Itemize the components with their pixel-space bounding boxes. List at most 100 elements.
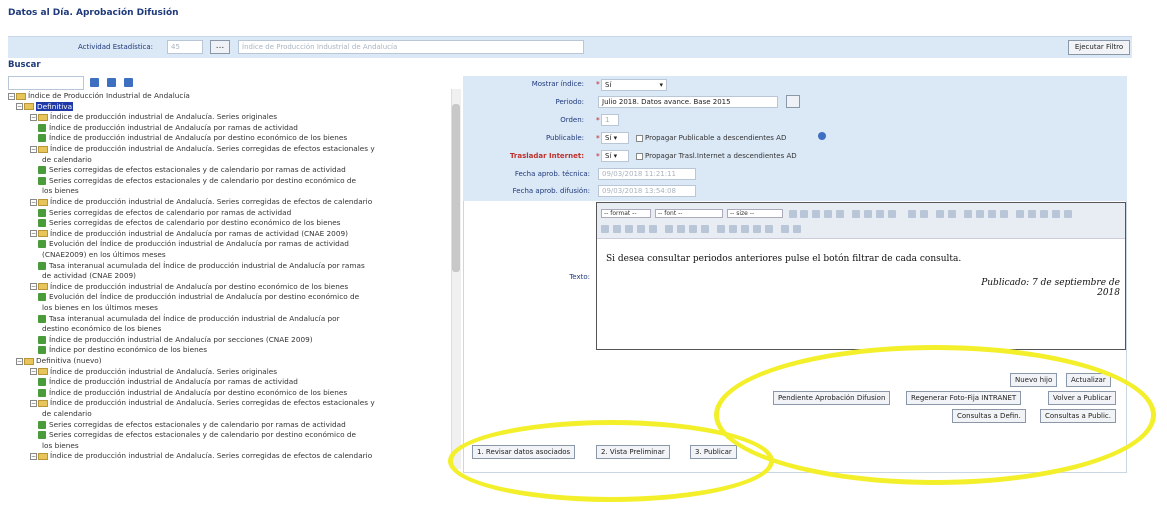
format-tool-icon[interactable] bbox=[908, 210, 916, 218]
format-tool-icon[interactable] bbox=[625, 225, 633, 233]
search-input[interactable] bbox=[8, 76, 84, 90]
orden-input[interactable]: 1 bbox=[601, 114, 619, 126]
collapse-toggle-icon[interactable]: − bbox=[16, 103, 23, 111]
format-tool-icon[interactable] bbox=[649, 225, 657, 233]
tree-leaf-node[interactable]: Índice de producción industrial de Andal… bbox=[38, 388, 347, 397]
format-tool-icon[interactable] bbox=[888, 210, 896, 218]
format-tool-icon[interactable] bbox=[753, 225, 761, 233]
format-tool-icon[interactable] bbox=[789, 210, 797, 218]
tree-leaf-node[interactable]: Tasa interanual acumulada del Índice de … bbox=[38, 261, 365, 270]
format-tool-icon[interactable] bbox=[812, 210, 820, 218]
format-tool-icon[interactable] bbox=[601, 225, 609, 233]
publicable-select[interactable]: Sí ▾ bbox=[601, 132, 629, 144]
tree-folder-node[interactable]: − Índice de producción industrial de Anda… bbox=[30, 451, 372, 460]
tree-folder-node[interactable]: − Índice de producción industrial de Anda… bbox=[30, 112, 277, 121]
tree-leaf-node[interactable]: Series corregidas de efectos de calendar… bbox=[38, 208, 291, 217]
tree-leaf-node[interactable]: Índice por destino económico de los bien… bbox=[38, 345, 207, 355]
format-tool-icon[interactable] bbox=[665, 225, 673, 233]
font-select[interactable]: -- font -- bbox=[655, 209, 723, 218]
format-tool-icon[interactable] bbox=[701, 225, 709, 233]
format-tool-icon[interactable] bbox=[800, 210, 808, 218]
propagar-trasl-checkbox[interactable]: Propagar Trasl.Internet a descendientes … bbox=[636, 152, 797, 160]
collapse-toggle-icon[interactable]: − bbox=[30, 230, 37, 238]
trasladar-select[interactable]: Sí ▾ bbox=[601, 150, 629, 162]
format-tool-icon[interactable] bbox=[936, 210, 944, 218]
format-tool-icon[interactable] bbox=[781, 225, 789, 233]
collapse-toggle-icon[interactable]: − bbox=[30, 145, 37, 153]
format-tool-icon[interactable] bbox=[1052, 210, 1060, 218]
tree-folder-node[interactable]: − Definitiva (nuevo) bbox=[16, 356, 102, 365]
tree-leaf-node[interactable]: Series corregidas de efectos estacionale… bbox=[38, 165, 346, 175]
collapse-toggle-icon[interactable]: − bbox=[30, 198, 37, 206]
tree-folder-node[interactable]: − Índice de producción industrial de Anda… bbox=[30, 398, 375, 407]
propagar-publicable-checkbox[interactable]: Propagar Publicable a descendientes AD bbox=[636, 134, 786, 142]
format-tool-icon[interactable] bbox=[1028, 210, 1036, 218]
format-tool-icon[interactable] bbox=[717, 225, 725, 233]
collapse-toggle-icon[interactable]: − bbox=[30, 368, 37, 376]
tree-leaf-node[interactable]: Series corregidas de efectos estacionale… bbox=[38, 430, 356, 440]
tree-node-label: Índice de producción industrial de Andal… bbox=[50, 366, 278, 376]
tree-leaf-node[interactable]: Series corregidas de efectos estacionale… bbox=[38, 420, 346, 429]
calendar-icon[interactable] bbox=[786, 95, 800, 108]
tree-leaf-node[interactable]: Índice de producción industrial de Andal… bbox=[38, 123, 298, 132]
format-tool-icon[interactable] bbox=[613, 225, 621, 233]
format-tool-icon[interactable] bbox=[964, 210, 972, 218]
tree-folder-node[interactable]: − Definitiva bbox=[16, 101, 74, 111]
format-tool-icon[interactable] bbox=[1000, 210, 1008, 218]
search-icon[interactable] bbox=[90, 78, 99, 87]
editor-text-line: Si desea consultar periodos anteriores p… bbox=[606, 254, 962, 264]
collapse-toggle-icon[interactable]: − bbox=[30, 113, 37, 121]
format-tool-icon[interactable] bbox=[988, 210, 996, 218]
collapse-toggle-icon[interactable]: − bbox=[16, 357, 23, 365]
format-tool-icon[interactable] bbox=[876, 210, 884, 218]
tree-leaf-node[interactable]: Índice de producción industrial de Andal… bbox=[38, 377, 298, 387]
tree-folder-node[interactable]: − Índice de producción industrial de Anda… bbox=[30, 367, 277, 376]
tree-folder-node[interactable]: − Índice de Producción Industrial de Anda… bbox=[8, 91, 190, 100]
format-tool-icon[interactable] bbox=[976, 210, 984, 218]
collapse-toggle-icon[interactable]: − bbox=[30, 452, 37, 460]
tree-leaf-node[interactable]: Series corregidas de efectos de calendar… bbox=[38, 218, 340, 228]
format-tool-icon[interactable] bbox=[852, 210, 860, 218]
tree-leaf-node[interactable]: Índice de producción industrial de Andal… bbox=[38, 335, 313, 344]
tree-leaf-node[interactable]: Evolución del Índice de producción indus… bbox=[38, 239, 349, 249]
format-tool-icon[interactable] bbox=[824, 210, 832, 218]
collapse-toggle-icon[interactable]: − bbox=[30, 283, 37, 291]
format-tool-icon[interactable] bbox=[836, 210, 844, 218]
format-tool-icon[interactable] bbox=[689, 225, 697, 233]
format-tool-icon[interactable] bbox=[1016, 210, 1024, 218]
activity-name-input[interactable]: Índice de Producción Industrial de Andal… bbox=[238, 40, 584, 54]
format-tool-icon[interactable] bbox=[637, 225, 645, 233]
tree-leaf-node[interactable]: Evolución del Índice de producción indus… bbox=[38, 292, 359, 302]
format-tool-icon[interactable] bbox=[677, 225, 685, 233]
size-select[interactable]: -- size -- bbox=[727, 209, 783, 218]
tree-leaf-node[interactable]: Series corregidas de efectos estacionale… bbox=[38, 176, 356, 185]
format-tool-icon[interactable] bbox=[765, 225, 773, 233]
info-icon[interactable] bbox=[818, 132, 826, 140]
tree-leaf-node[interactable]: Tasa interanual acumulada del Índice de … bbox=[38, 314, 340, 323]
format-tool-icon[interactable] bbox=[948, 210, 956, 218]
tree-folder-node[interactable]: − Índice de producción industrial de Anda… bbox=[30, 229, 348, 238]
format-tool-icon[interactable] bbox=[793, 225, 801, 233]
periodo-input[interactable]: Julio 2018. Datos avance. Base 2015 bbox=[598, 96, 778, 108]
format-select[interactable]: -- format -- bbox=[601, 209, 651, 218]
collapse-toggle-icon[interactable]: − bbox=[30, 399, 37, 407]
format-tool-icon[interactable] bbox=[864, 210, 872, 218]
activity-browse-button[interactable]: ... bbox=[210, 40, 230, 54]
format-tool-icon[interactable] bbox=[729, 225, 737, 233]
expand-all-icon[interactable] bbox=[107, 78, 116, 87]
fecha-tecnica-label: Fecha aprob. técnica: bbox=[514, 170, 590, 178]
format-tool-icon[interactable] bbox=[741, 225, 749, 233]
tree-folder-node[interactable]: − Índice de producción industrial de Anda… bbox=[30, 144, 375, 153]
collapse-all-icon[interactable] bbox=[124, 78, 133, 87]
execute-filter-button[interactable]: Ejecutar Filtro bbox=[1068, 40, 1130, 55]
tree-folder-node[interactable]: − Índice de producción industrial de Anda… bbox=[30, 197, 372, 206]
format-tool-icon[interactable] bbox=[1040, 210, 1048, 218]
activity-code-input[interactable]: 45 bbox=[167, 40, 203, 54]
mostrar-select[interactable]: Sí ▾ bbox=[601, 79, 667, 91]
format-tool-icon[interactable] bbox=[1064, 210, 1072, 218]
collapse-toggle-icon[interactable]: − bbox=[8, 92, 15, 100]
tree-scrollbar-thumb[interactable] bbox=[452, 104, 460, 272]
tree-folder-node[interactable]: − Índice de producción industrial de Anda… bbox=[30, 282, 348, 291]
format-tool-icon[interactable] bbox=[920, 210, 928, 218]
tree-leaf-node[interactable]: Índice de producción industrial de Andal… bbox=[38, 133, 347, 143]
